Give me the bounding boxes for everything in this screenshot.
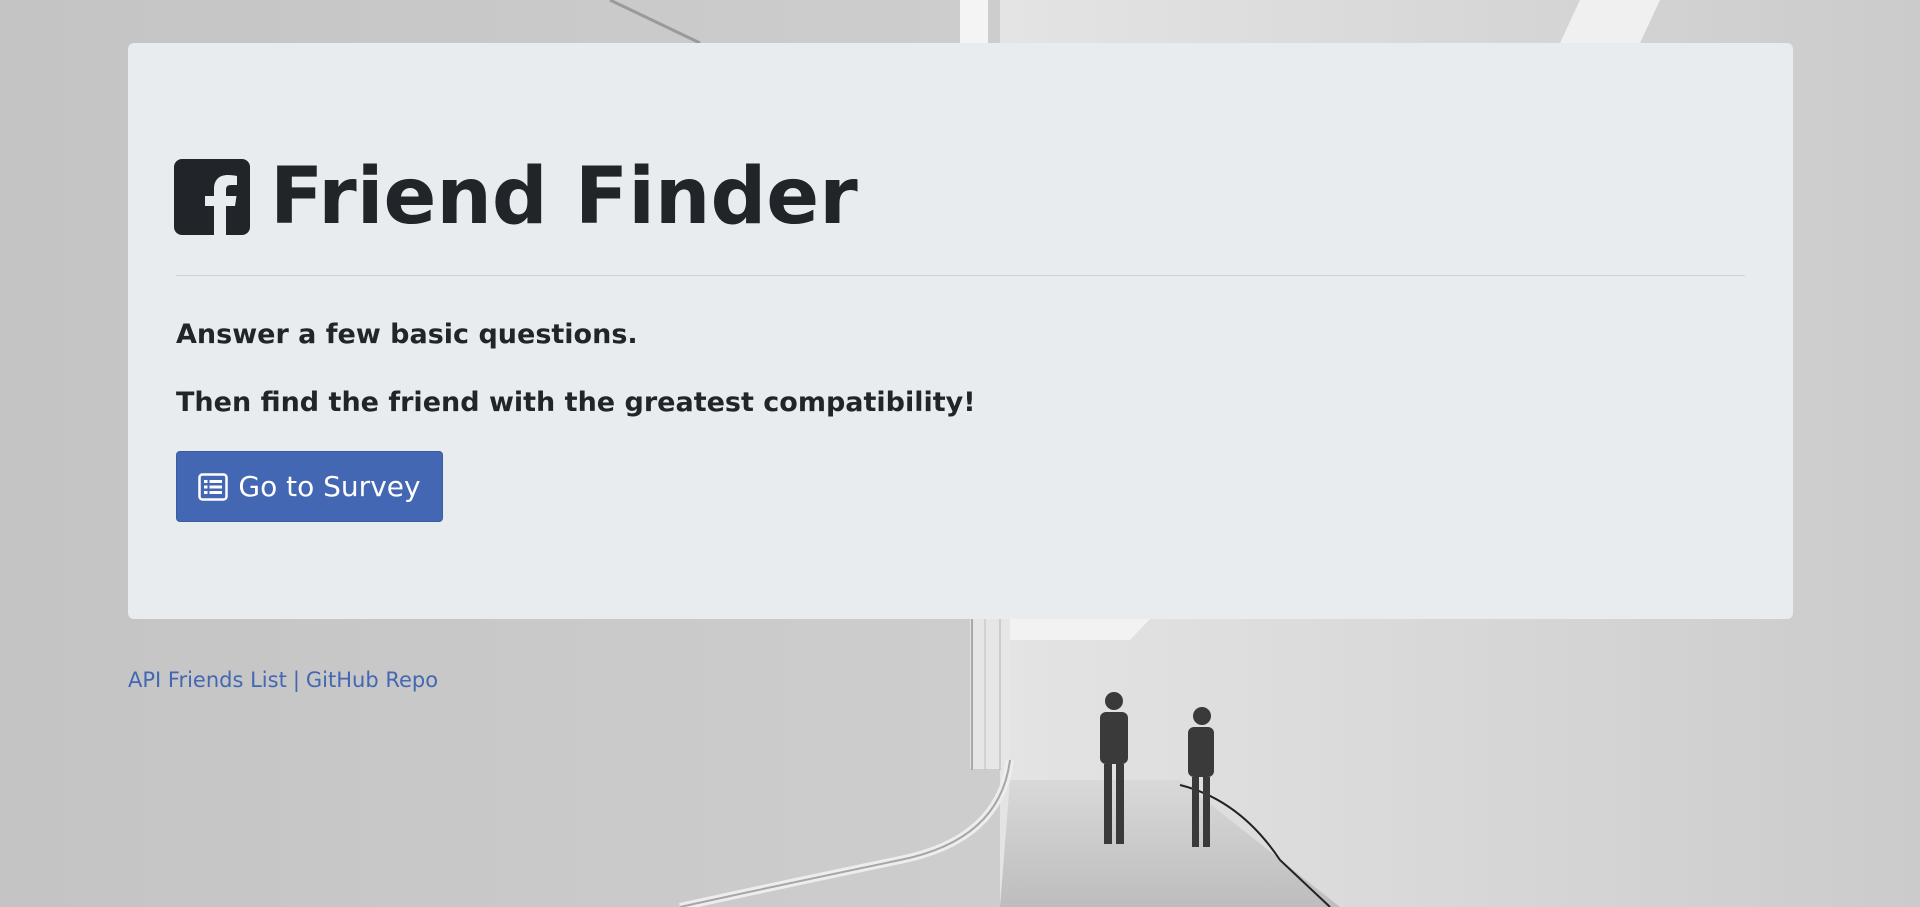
footer: API Friends List | GitHub Repo <box>128 668 438 692</box>
lead-text-1: Answer a few basic questions. <box>176 319 638 350</box>
divider <box>176 275 1745 276</box>
github-repo-link[interactable]: GitHub Repo <box>306 668 438 692</box>
facebook-square-icon <box>174 159 250 235</box>
api-friends-list-link[interactable]: API Friends List <box>128 668 287 692</box>
jumbotron: Friend Finder Answer a few basic questio… <box>128 43 1793 619</box>
list-alt-icon <box>198 472 229 501</box>
title-row: Friend Finder <box>174 147 858 247</box>
go-to-survey-button[interactable]: Go to Survey <box>176 451 443 522</box>
footer-separator: | <box>292 668 300 692</box>
page: Friend Finder Answer a few basic questio… <box>0 0 1920 907</box>
lead-text-2: Then find the friend with the greatest c… <box>176 387 976 418</box>
page-title: Friend Finder <box>270 152 858 242</box>
go-to-survey-label: Go to Survey <box>238 470 421 503</box>
